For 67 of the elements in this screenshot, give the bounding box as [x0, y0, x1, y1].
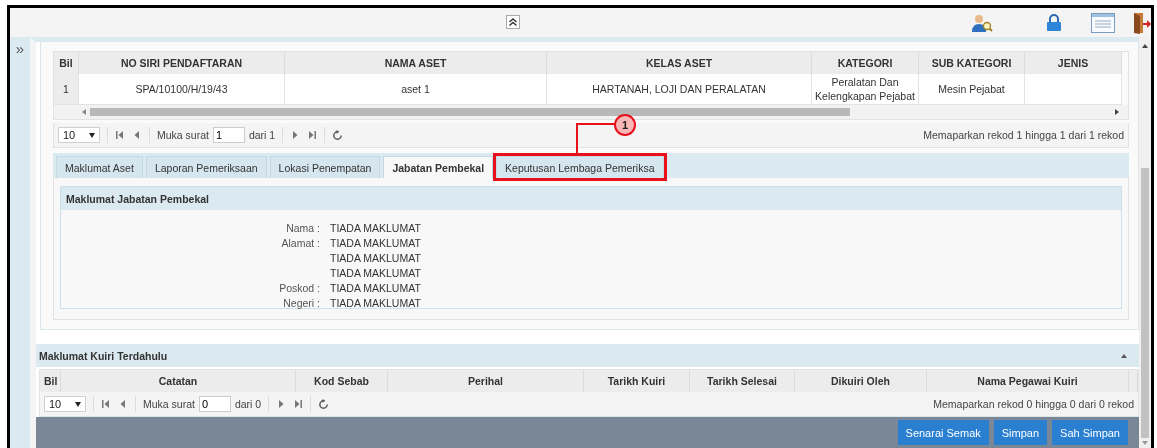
vertical-scrollbar[interactable] — [1139, 37, 1151, 448]
field-value: TIADA MAKLUMAT — [329, 296, 421, 309]
column-header: Catatan — [61, 370, 296, 393]
field-value: TIADA MAKLUMAT — [329, 236, 421, 249]
column-header: NO SIRI PENDAFTARAN — [79, 52, 285, 74]
page-label: Muka surat — [143, 398, 195, 411]
action-button[interactable]: Simpan — [993, 420, 1048, 446]
tab[interactable]: Keputusan Lembaga Pemeriksa — [496, 156, 664, 178]
list-window-icon[interactable] — [1091, 12, 1115, 33]
column-header: NAMA ASET — [285, 52, 547, 74]
column-header: SUB KATEGORI — [919, 52, 1025, 74]
table-cell: aset 1 — [285, 74, 547, 105]
column-header: JENIS — [1025, 52, 1122, 74]
first-page-icon[interactable] — [101, 399, 111, 410]
table-cell: HARTANAH, LOJI DAN PERALATAN — [547, 74, 812, 105]
column-header: Kod Sebab — [296, 370, 388, 393]
field-value: TIADA MAKLUMAT — [329, 221, 421, 234]
table-cell: Mesin Pejabat — [919, 74, 1025, 105]
first-page-icon[interactable] — [115, 130, 125, 140]
expand-toggle[interactable]: » — [15, 41, 25, 57]
refresh-icon[interactable] — [318, 398, 330, 410]
horizontal-scrollbar[interactable] — [54, 105, 1128, 119]
last-page-icon[interactable] — [307, 130, 318, 140]
field-value: TIADA MAKLUMAT — [329, 266, 421, 279]
column-header: Bil — [40, 370, 61, 393]
page-input[interactable]: 0 — [198, 396, 231, 413]
field-label: Nama : — [286, 221, 320, 234]
page-label: Muka surat — [157, 129, 209, 141]
column-header: KATEGORI — [812, 52, 919, 74]
page-input[interactable]: 1 — [212, 127, 245, 143]
table-cell: 1 — [54, 74, 79, 105]
table-cell: Peralatan Dan Kelengkapan Pejabat — [812, 74, 919, 105]
field-label: Negeri : — [283, 296, 320, 309]
column-header: Perihal — [388, 370, 584, 393]
last-page-icon[interactable] — [293, 399, 304, 410]
field-label: Alamat : — [281, 236, 320, 249]
field-label: Poskod : — [279, 281, 320, 294]
tab[interactable]: Laporan Pemeriksaan — [145, 156, 267, 178]
page-size-select[interactable]: 10 — [58, 127, 100, 143]
page-count: dari 0 — [234, 398, 262, 411]
field-value: TIADA MAKLUMAT — [329, 251, 421, 264]
action-button[interactable]: Sah Simpan — [1052, 420, 1128, 446]
tab[interactable]: Jabatan Pembekal — [383, 156, 494, 178]
column-header: Tarikh Kuiri — [584, 370, 690, 393]
column-header: Dikuiri Oleh — [795, 370, 927, 393]
page-size-select[interactable]: 10 — [44, 396, 86, 413]
record-summary: Memaparkan rekod 1 hingga 1 dari 1 rekod — [923, 129, 1124, 141]
collapse-up-icon[interactable] — [506, 15, 520, 29]
column-header: Bil — [54, 52, 79, 74]
column-header: KELAS ASET — [547, 52, 812, 74]
page-count: dari 1 — [248, 129, 276, 141]
field-value: TIADA MAKLUMAT — [329, 281, 421, 294]
column-header: Nama Pegawai Kuiri — [927, 370, 1129, 393]
action-button[interactable]: Senarai Semak — [897, 420, 989, 446]
lock-icon[interactable] — [1045, 13, 1063, 32]
section-title: Maklumat Jabatan Pembekal — [61, 187, 1121, 210]
user-search-icon[interactable] — [971, 12, 993, 33]
tab[interactable]: Lokasi Penempatan — [269, 156, 381, 178]
previous-page-icon[interactable] — [118, 399, 128, 410]
refresh-icon[interactable] — [332, 129, 344, 141]
panel-title: Maklumat Kuiri Terdahulu — [39, 349, 168, 362]
previous-page-icon[interactable] — [132, 130, 142, 140]
column-header: Tarikh Selesai — [690, 370, 795, 393]
table-cell: SPA/10100/H/19/43 — [79, 74, 285, 105]
exit-door-icon[interactable] — [1133, 11, 1151, 34]
tab[interactable]: Maklumat Aset — [56, 156, 143, 178]
record-summary: Memaparkan rekod 0 hingga 0 dari 0 rekod — [933, 398, 1134, 411]
